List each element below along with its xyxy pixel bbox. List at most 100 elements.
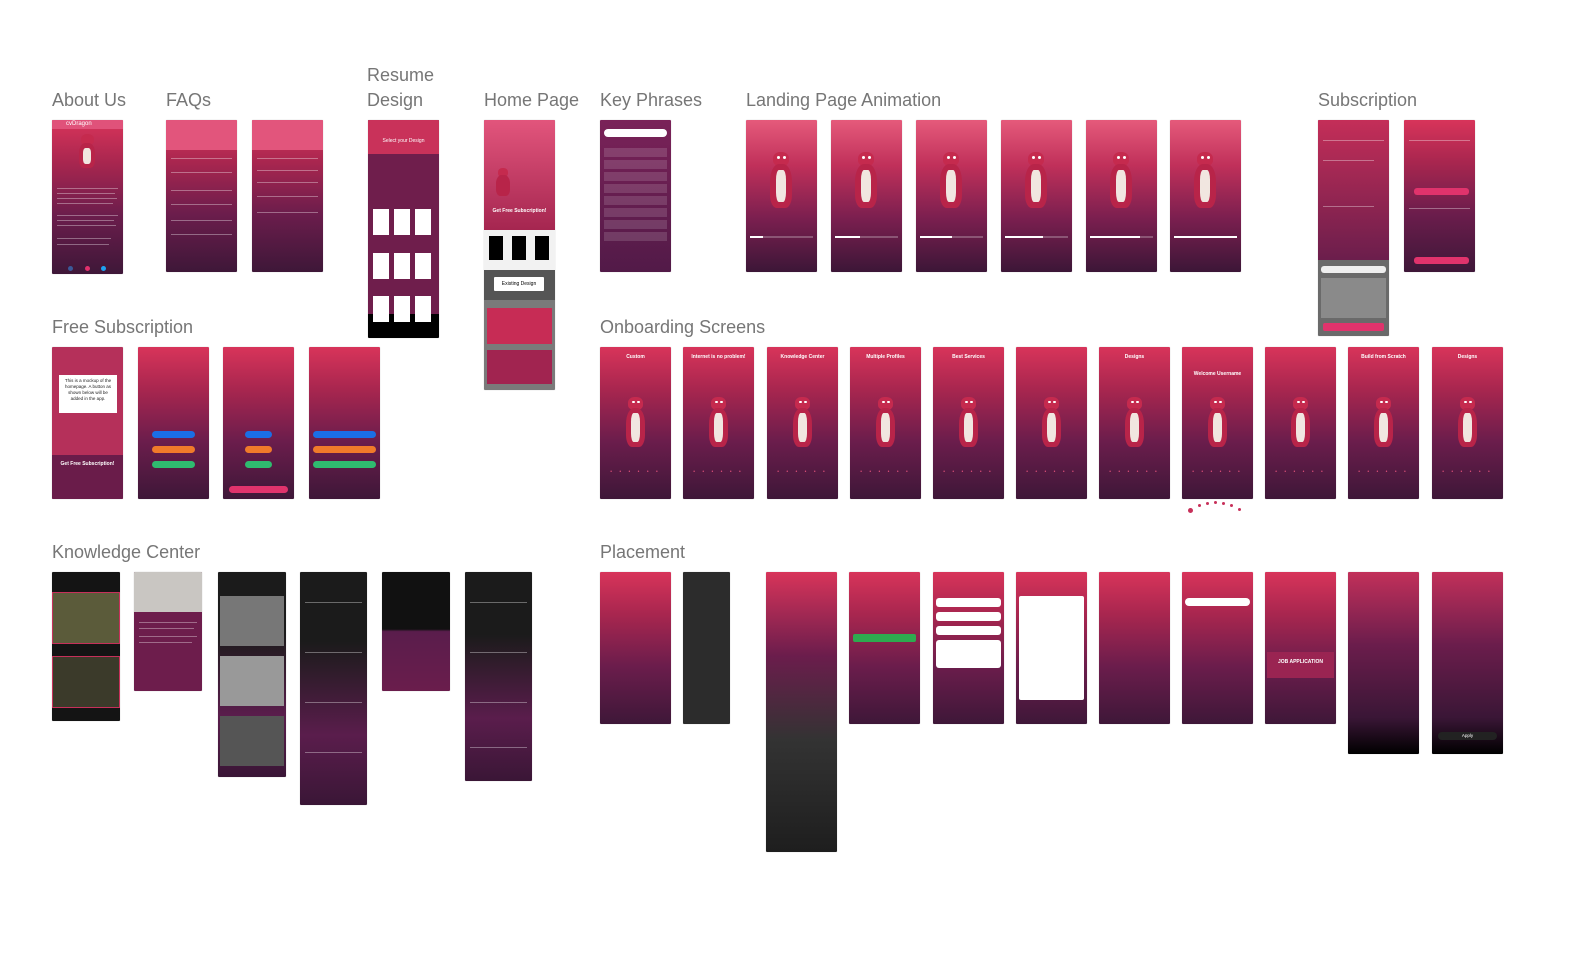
placement-apply-screen[interactable]: Apply: [1432, 572, 1503, 754]
home-page-screen[interactable]: Get Free Subscription! Existing Design: [484, 120, 555, 390]
faq-header: [252, 120, 323, 150]
onboarding-frame[interactable]: Knowledge Center • • • • • •: [767, 347, 838, 499]
design-thumb[interactable]: [415, 253, 431, 279]
list-item[interactable]: [604, 160, 667, 169]
free-sub-mockup-screen[interactable]: This is a mockup of the homepage. A butt…: [52, 347, 123, 499]
job-application-screen[interactable]: JOB APPLICATION: [1265, 572, 1336, 724]
dragon-mascot-image: [851, 152, 881, 212]
onboarding-frame[interactable]: • • • • • •: [1016, 347, 1087, 499]
pager-dots: • • • • • •: [1192, 469, 1243, 475]
placement-profile-screen[interactable]: [1099, 572, 1170, 724]
label-about-us: About Us: [52, 90, 127, 110]
playstore-button[interactable]: [245, 461, 272, 468]
pager-dots: • • • • • •: [777, 469, 828, 475]
list-item[interactable]: [604, 148, 667, 157]
design-thumb[interactable]: [373, 253, 389, 279]
placement-detail-screen[interactable]: [1348, 572, 1419, 754]
placement-screen-1[interactable]: [600, 572, 671, 724]
facebook-icon[interactable]: [68, 266, 73, 271]
design-thumb[interactable]: [415, 296, 431, 322]
app-header: cvDragon: [52, 120, 123, 129]
continue-button[interactable]: [229, 486, 288, 493]
placement-filter-screen[interactable]: [1182, 572, 1253, 724]
about-us-screen[interactable]: cvDragon: [52, 120, 123, 274]
kc-menu-screen[interactable]: [382, 572, 450, 691]
design-thumb[interactable]: [373, 296, 389, 322]
list-item[interactable]: [604, 184, 667, 193]
list-item[interactable]: [604, 220, 667, 229]
kc-screen-4[interactable]: [300, 572, 367, 805]
search-input[interactable]: [604, 129, 667, 137]
buy-button[interactable]: [1414, 257, 1469, 264]
placement-resume-screen[interactable]: [1016, 572, 1087, 724]
subscription-screen-2[interactable]: [1404, 120, 1475, 272]
faqs-screen-1[interactable]: [166, 120, 237, 272]
kc-screen-6[interactable]: [465, 572, 532, 781]
kc-article-screen[interactable]: [134, 572, 202, 691]
upload-button[interactable]: [152, 431, 195, 438]
onboarding-title: Welcome Username: [1193, 371, 1242, 377]
placement-applications-screen[interactable]: [766, 572, 837, 852]
kc-screen-1[interactable]: [52, 572, 120, 721]
landing-frame: [1001, 120, 1072, 272]
pager-dots: • • • • • •: [610, 469, 661, 475]
onboarding-frame[interactable]: • • • • • •: [1265, 347, 1336, 499]
list-item[interactable]: [604, 172, 667, 181]
pager-dots: • • • • • •: [1275, 469, 1326, 475]
form-field[interactable]: [936, 626, 1001, 635]
label-home-page: Home Page: [484, 90, 580, 110]
apply-button[interactable]: Apply: [1438, 732, 1497, 740]
free-sub-screen-3[interactable]: [223, 347, 294, 499]
onboarding-title: Multiple Profiles: [866, 354, 905, 360]
form-field[interactable]: [936, 612, 1001, 621]
design-thumb[interactable]: [394, 253, 410, 279]
search-input[interactable]: [1185, 598, 1250, 606]
facebook-button[interactable]: [245, 431, 272, 438]
label-faqs: FAQs: [166, 90, 212, 110]
onboarding-frame[interactable]: Designs • • • • • •: [1432, 347, 1503, 499]
form-field[interactable]: [936, 598, 1001, 607]
list-item[interactable]: [604, 208, 667, 217]
placement-form-screen[interactable]: [933, 572, 1004, 724]
faqs-screen-2[interactable]: [252, 120, 323, 272]
placement-points-screen[interactable]: [849, 572, 920, 724]
subscription-screen-1[interactable]: [1318, 120, 1389, 336]
placement-menu[interactable]: [683, 572, 730, 724]
onboarding-frame[interactable]: Welcome Username • • • • • •: [1182, 347, 1253, 499]
list-item[interactable]: [604, 196, 667, 205]
design-thumb[interactable]: [415, 209, 431, 235]
faq-header: [166, 120, 237, 150]
buy-button[interactable]: [1414, 188, 1469, 195]
existing-design-button[interactable]: Existing Design: [494, 277, 544, 291]
key-phrases-screen[interactable]: [600, 120, 671, 272]
twitter-icon[interactable]: [101, 266, 106, 271]
list-item[interactable]: [604, 232, 667, 241]
onboarding-frame[interactable]: Multiple Profiles • • • • • •: [850, 347, 921, 499]
dragon-mascot-image: [1121, 397, 1148, 451]
pay-button[interactable]: [1323, 323, 1384, 331]
kc-screen-3[interactable]: [218, 572, 286, 777]
onboarding-frame[interactable]: Designs • • • • • •: [1099, 347, 1170, 499]
upload-button[interactable]: [152, 461, 195, 468]
free-sub-screen-4[interactable]: [309, 347, 380, 499]
instagram-button[interactable]: [245, 446, 272, 453]
resume-design-screen[interactable]: Select your Design: [368, 120, 439, 338]
form-textarea[interactable]: [936, 640, 1001, 668]
design-thumb[interactable]: [394, 209, 410, 235]
loading-progress-bar: [750, 236, 813, 238]
status-item[interactable]: [853, 634, 916, 642]
onboarding-frame[interactable]: Custom • • • • • •: [600, 347, 671, 499]
upload-button[interactable]: [152, 446, 195, 453]
design-thumb[interactable]: [373, 209, 389, 235]
free-sub-screen-2[interactable]: [138, 347, 209, 499]
onboarding-frame[interactable]: Build from Scratch • • • • • •: [1348, 347, 1419, 499]
like-facebook-button[interactable]: [313, 431, 376, 438]
onboarding-frame[interactable]: Best Services • • • • • •: [933, 347, 1004, 499]
review-playstore-button[interactable]: [313, 461, 376, 468]
label-landing-page-animation: Landing Page Animation: [746, 90, 942, 110]
design-thumb[interactable]: [394, 296, 410, 322]
dragon-mascot-image: [955, 397, 982, 451]
follow-instagram-button[interactable]: [313, 446, 376, 453]
onboarding-frame[interactable]: Internet is no problem! • • • • • •: [683, 347, 754, 499]
instagram-icon[interactable]: [85, 266, 90, 271]
